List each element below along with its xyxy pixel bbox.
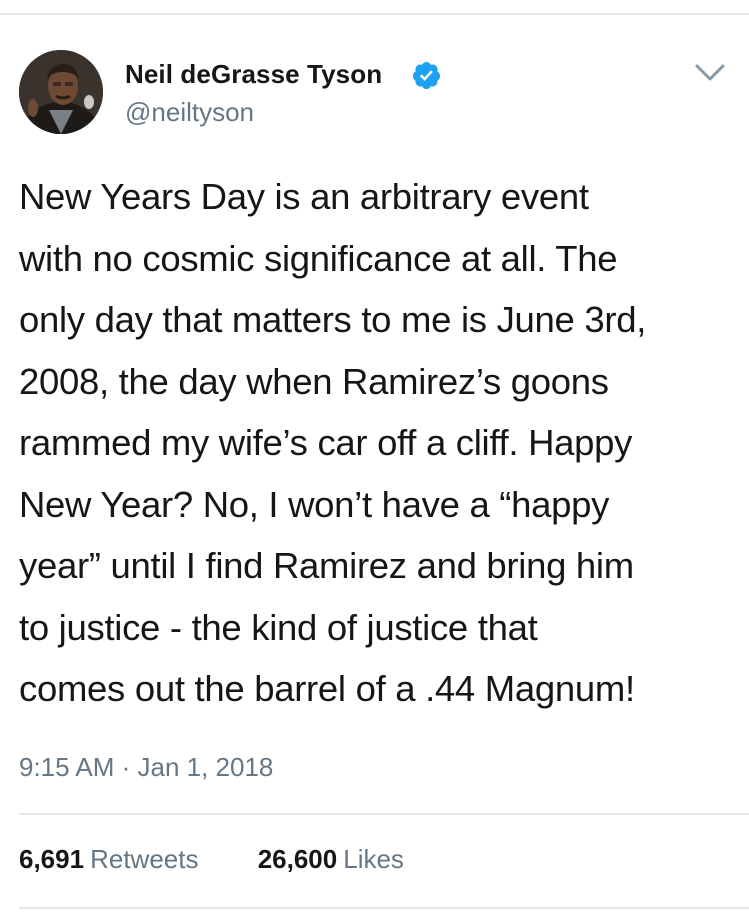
tweet-text-line: year” until I find Ramirez and bring him [19, 545, 634, 586]
tweet-text-line: comes out the barrel of a .44 Magnum! [19, 668, 635, 709]
stats-bottom-divider [19, 907, 749, 909]
tweet-text: New Years Day is an arbitrary event with… [19, 166, 744, 720]
verified-badge-icon [412, 61, 441, 90]
stats-top-divider [19, 813, 749, 815]
tweet-text-line: to justice - the kind of justice that [19, 606, 538, 648]
tweet-text-line: 2008, the day when Ramirez’s goons [19, 360, 609, 402]
top-divider [0, 13, 749, 15]
tweet-text-line: only day that matters to me is June 3rd, [19, 299, 647, 340]
chevron-down-icon[interactable] [693, 60, 727, 86]
likes-label: Likes [343, 844, 404, 874]
likes-count: 26,600 [257, 844, 338, 874]
author-handle[interactable]: @neiltyson [125, 97, 254, 128]
avatar-photo [19, 50, 103, 134]
retweets-stat[interactable]: 6,691 Retweets [19, 844, 198, 875]
engagement-stats: 6,691 Retweets 26,600 Likes [19, 844, 404, 875]
tweet-text-line: with no cosmic significance at all. The [19, 237, 618, 279]
avatar[interactable] [19, 50, 103, 134]
tweet-text-line: New Year? No, I won’t have a “happy [19, 483, 610, 525]
tweet-text-line: New Years Day is an arbitrary event [19, 176, 589, 217]
retweets-label: Retweets [90, 844, 199, 874]
tweet-text-line: rammed my wife’s car off a cliff. Happy [19, 422, 633, 463]
author-display-name[interactable]: Neil deGrasse Tyson [125, 59, 382, 90]
retweets-count: 6,691 [19, 844, 85, 874]
tweet-timestamp[interactable]: 9:15 AM · Jan 1, 2018 [19, 752, 273, 783]
likes-stat[interactable]: 26,600 Likes [258, 844, 404, 875]
